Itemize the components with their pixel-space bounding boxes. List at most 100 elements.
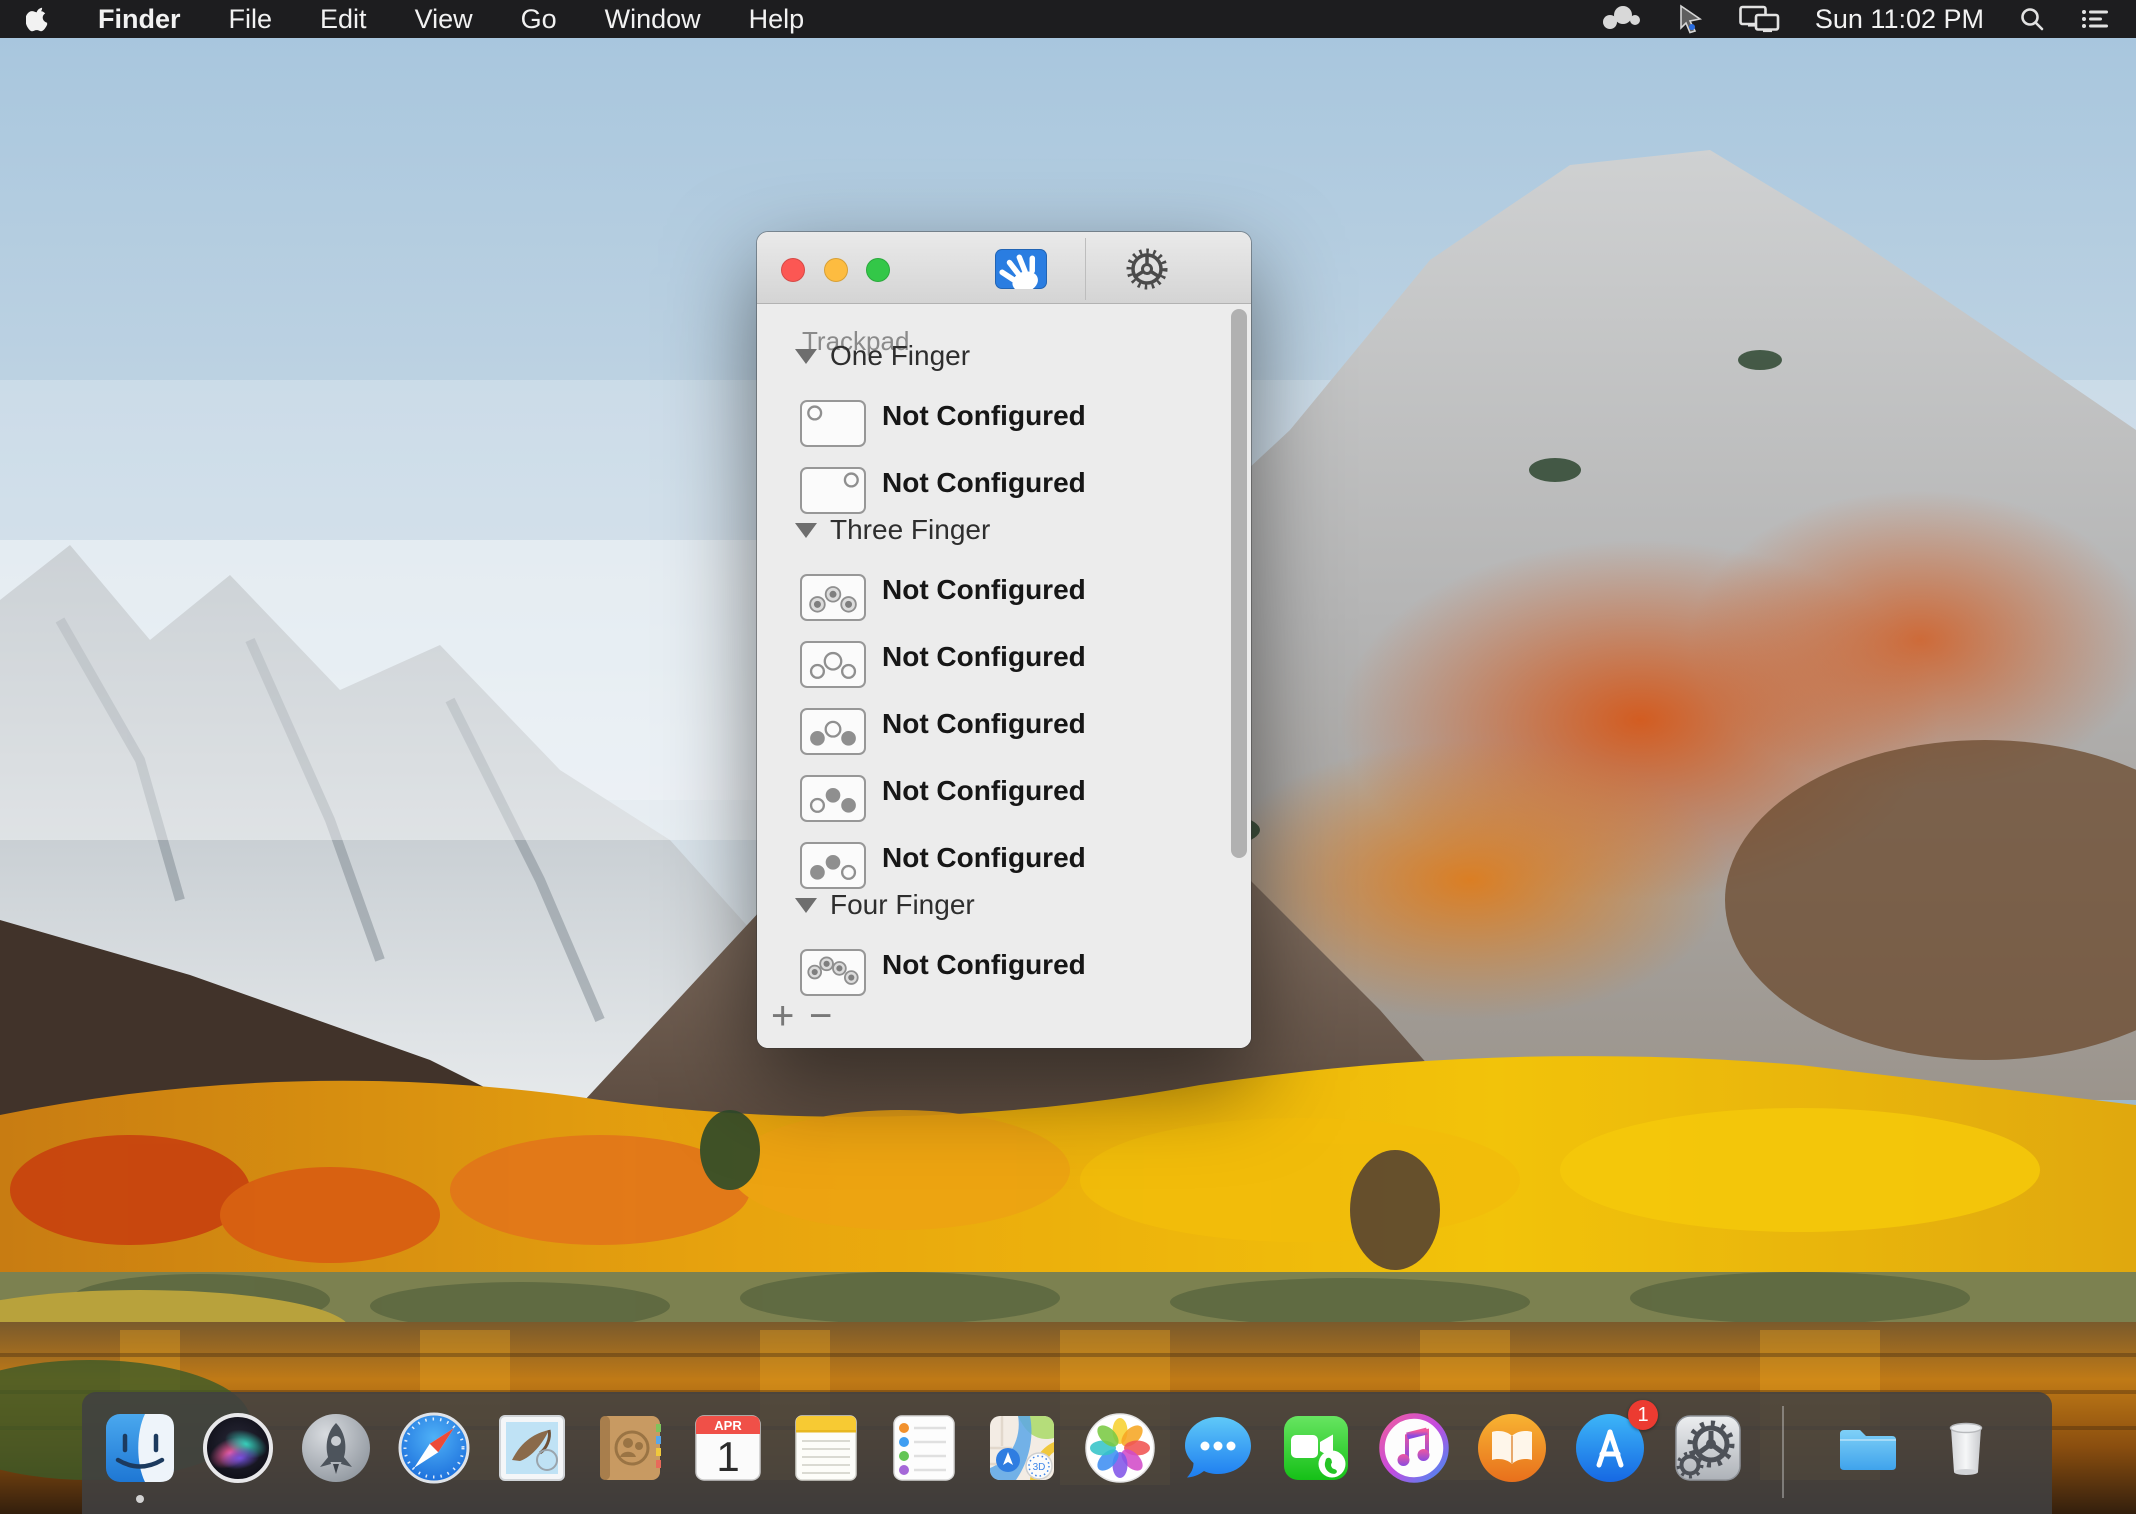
three-finger-touch-touch-touch-icon xyxy=(800,641,866,688)
itunes-icon xyxy=(1374,1408,1454,1488)
maps-icon: 3D xyxy=(982,1408,1062,1488)
menu-bar-clock[interactable]: Sun 11:02 PM xyxy=(1815,4,1984,35)
close-button[interactable] xyxy=(781,258,805,282)
app-store-badge: 1 xyxy=(1628,1400,1658,1430)
spotlight-search-icon[interactable] xyxy=(2018,0,2046,38)
menu-item-view[interactable]: View xyxy=(391,4,497,35)
scrollbar-thumb[interactable] xyxy=(1231,309,1247,858)
desktop: Finder FileEditViewGoWindowHelp Sun 11:0… xyxy=(0,0,2136,1514)
dock-item-facetime[interactable] xyxy=(1276,1408,1356,1488)
minimize-button[interactable] xyxy=(824,258,848,282)
dock-item-calendar[interactable]: APR 1 xyxy=(688,1408,768,1488)
zoom-button[interactable] xyxy=(866,258,890,282)
dock-item-downloads-folder[interactable] xyxy=(1828,1408,1908,1488)
facetime-icon xyxy=(1276,1408,1356,1488)
dock-item-notes[interactable] xyxy=(786,1408,866,1488)
menu-item-window[interactable]: Window xyxy=(581,4,725,35)
menu-bar-right: Sun 11:02 PM xyxy=(1601,0,2136,38)
gesture-list: Trackpad One FingerNot ConfiguredNot Con… xyxy=(757,304,1251,1048)
section-label: Three Finger xyxy=(830,514,990,546)
gesture-action-label: Not Configured xyxy=(882,467,1086,499)
window-titlebar[interactable] xyxy=(757,232,1251,304)
disclosure-triangle-icon xyxy=(795,898,817,913)
dock-divider xyxy=(1782,1406,1784,1498)
safari-icon xyxy=(394,1408,474,1488)
three-finger-touch-fill-fill-icon xyxy=(800,775,866,822)
add-gesture-button[interactable]: + xyxy=(771,996,794,1036)
menu-items: FileEditViewGoWindowHelp xyxy=(205,4,829,35)
menu-bar: Finder FileEditViewGoWindowHelp Sun 11:0… xyxy=(0,0,2136,38)
gesture-config-window: Trackpad One FingerNot ConfiguredNot Con… xyxy=(757,232,1251,1048)
dock-item-ibooks[interactable] xyxy=(1472,1408,1552,1488)
finder-running-indicator xyxy=(136,1495,144,1503)
dock: APR 1 3D 1 xyxy=(82,1392,2052,1514)
remove-gesture-button[interactable]: − xyxy=(809,996,832,1036)
gesture-action-label: Not Configured xyxy=(882,641,1086,673)
trash-icon xyxy=(1926,1408,2006,1488)
gesture-row[interactable]: Not Configured xyxy=(757,574,1251,632)
pointer-icon[interactable] xyxy=(1675,0,1705,38)
svg-text:APR: APR xyxy=(714,1418,742,1433)
dock-item-photos[interactable] xyxy=(1080,1408,1160,1488)
dock-item-reminders[interactable] xyxy=(884,1408,964,1488)
gear-icon xyxy=(1123,245,1171,293)
section-label: Four Finger xyxy=(830,889,975,921)
dock-item-mail[interactable] xyxy=(492,1408,572,1488)
apple-icon xyxy=(26,5,50,33)
disclosure-triangle-icon xyxy=(795,523,817,538)
dock-item-finder[interactable] xyxy=(100,1408,180,1488)
gesture-row[interactable]: Not Configured xyxy=(757,708,1251,766)
three-finger-press-press-press-icon xyxy=(800,574,866,621)
bettertouchtool-icon[interactable] xyxy=(1601,0,1641,38)
section-label: One Finger xyxy=(830,340,970,372)
display-mirroring-icon[interactable] xyxy=(1739,0,1781,38)
menu-item-app-name[interactable]: Finder xyxy=(74,4,205,35)
ibooks-icon xyxy=(1472,1408,1552,1488)
dock-item-app-store[interactable]: 1 xyxy=(1570,1408,1650,1488)
window-footer: + − xyxy=(757,1002,1251,1048)
toolbar-tab-trackpad[interactable] xyxy=(995,249,1047,289)
messages-icon xyxy=(1178,1408,1258,1488)
toolbar-tab-settings[interactable] xyxy=(1123,245,1171,293)
section-header-one-finger[interactable]: One Finger xyxy=(795,340,970,372)
gesture-row[interactable]: Not Configured xyxy=(757,775,1251,833)
dock-item-trash[interactable] xyxy=(1926,1408,2006,1488)
one-finger-tap-top-right-icon xyxy=(800,467,866,514)
gesture-action-label: Not Configured xyxy=(882,842,1086,874)
reminders-icon xyxy=(884,1408,964,1488)
notes-icon xyxy=(786,1408,866,1488)
launchpad-icon xyxy=(296,1408,376,1488)
dock-item-itunes[interactable] xyxy=(1374,1408,1454,1488)
gesture-action-label: Not Configured xyxy=(882,775,1086,807)
one-finger-tap-top-left-icon xyxy=(800,400,866,447)
disclosure-triangle-icon xyxy=(795,349,817,364)
gesture-row[interactable]: Not Configured xyxy=(757,400,1251,458)
dock-item-launchpad[interactable] xyxy=(296,1408,376,1488)
calendar-icon: APR 1 xyxy=(688,1408,768,1488)
gesture-action-label: Not Configured xyxy=(882,949,1086,981)
svg-text:1: 1 xyxy=(716,1433,739,1480)
apple-menu[interactable] xyxy=(0,0,74,38)
gesture-row[interactable]: Not Configured xyxy=(757,641,1251,699)
section-header-three-finger[interactable]: Three Finger xyxy=(795,514,990,546)
photos-icon xyxy=(1080,1408,1160,1488)
svg-text:3D: 3D xyxy=(1033,1462,1046,1473)
dock-item-siri[interactable] xyxy=(198,1408,278,1488)
section-header-four-finger[interactable]: Four Finger xyxy=(795,889,975,921)
mail-icon xyxy=(492,1408,572,1488)
menu-item-help[interactable]: Help xyxy=(725,4,829,35)
siri-icon xyxy=(198,1408,278,1488)
finder-icon xyxy=(100,1408,180,1488)
notification-center-icon[interactable] xyxy=(2080,0,2110,38)
dock-item-maps[interactable]: 3D xyxy=(982,1408,1062,1488)
menu-item-go[interactable]: Go xyxy=(497,4,581,35)
dock-item-safari[interactable] xyxy=(394,1408,474,1488)
menu-item-file[interactable]: File xyxy=(205,4,297,35)
three-finger-fill-fill-touch-icon xyxy=(800,842,866,889)
menu-item-edit[interactable]: Edit xyxy=(296,4,391,35)
trackpad-hand-icon xyxy=(995,249,1047,289)
dock-item-messages[interactable] xyxy=(1178,1408,1258,1488)
dock-item-contacts[interactable] xyxy=(590,1408,670,1488)
dock-item-system-preferences[interactable] xyxy=(1668,1408,1748,1488)
contacts-icon xyxy=(590,1408,670,1488)
